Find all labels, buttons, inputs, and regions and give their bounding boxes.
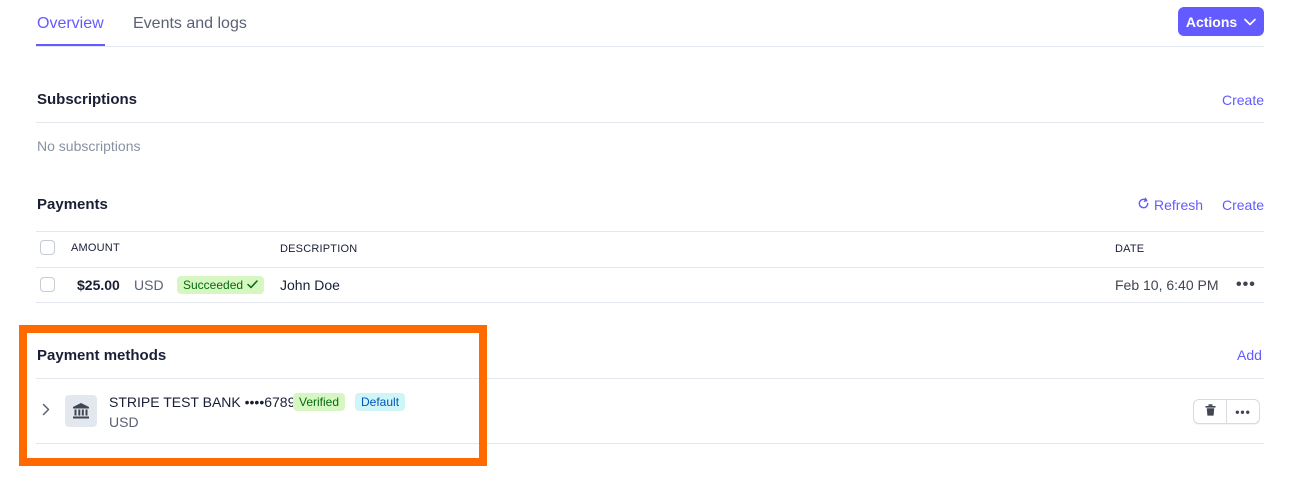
delete-button[interactable] bbox=[1194, 400, 1226, 423]
highlight-annotation-box bbox=[19, 325, 487, 466]
subscriptions-title: Subscriptions bbox=[37, 91, 138, 108]
column-header-amount[interactable]: AMOUNT bbox=[71, 242, 120, 254]
tabs-divider bbox=[36, 46, 1264, 47]
actions-button-label: Actions bbox=[1185, 13, 1238, 30]
column-header-date[interactable]: DATE bbox=[1115, 243, 1144, 255]
payments-header-divider bbox=[36, 231, 1264, 232]
column-header-description[interactable]: DESCRIPTION bbox=[280, 243, 357, 255]
select-all-checkbox[interactable] bbox=[40, 240, 55, 255]
payment-amount: $25.00 bbox=[77, 277, 120, 293]
actions-button[interactable]: Actions bbox=[1178, 7, 1264, 36]
payments-create-link[interactable]: Create bbox=[1222, 197, 1264, 213]
payments-title: Payments bbox=[37, 196, 108, 213]
payment-method-actions: ••• bbox=[1193, 399, 1260, 424]
tab-overview[interactable]: Overview bbox=[37, 14, 104, 36]
table-header-divider bbox=[36, 267, 1264, 268]
trash-icon bbox=[1205, 403, 1216, 421]
payment-currency: USD bbox=[134, 277, 164, 293]
payment-methods-add-link[interactable]: Add bbox=[1237, 347, 1262, 363]
check-icon bbox=[247, 276, 258, 294]
subscriptions-divider bbox=[36, 122, 1264, 123]
subscriptions-empty-text: No subscriptions bbox=[37, 138, 141, 154]
payment-date: Feb 10, 6:40 PM bbox=[1115, 277, 1219, 293]
chevron-down-icon bbox=[1244, 18, 1256, 26]
refresh-icon bbox=[1137, 197, 1150, 213]
refresh-label: Refresh bbox=[1154, 197, 1204, 213]
payment-description: John Doe bbox=[280, 277, 340, 293]
payments-row-divider bbox=[36, 302, 1264, 303]
row-more-menu-icon[interactable]: ••• bbox=[1236, 276, 1256, 294]
more-options-button[interactable]: ••• bbox=[1226, 400, 1259, 423]
status-badge: Succeeded bbox=[177, 276, 265, 294]
tab-events-and-logs[interactable]: Events and logs bbox=[133, 14, 247, 36]
status-badge-label: Succeeded bbox=[183, 278, 244, 292]
subscriptions-create-link[interactable]: Create bbox=[1222, 92, 1264, 108]
payments-refresh-link[interactable]: Refresh bbox=[1137, 197, 1203, 213]
row-checkbox[interactable] bbox=[40, 277, 55, 292]
more-horizontal-icon: ••• bbox=[1235, 404, 1251, 419]
